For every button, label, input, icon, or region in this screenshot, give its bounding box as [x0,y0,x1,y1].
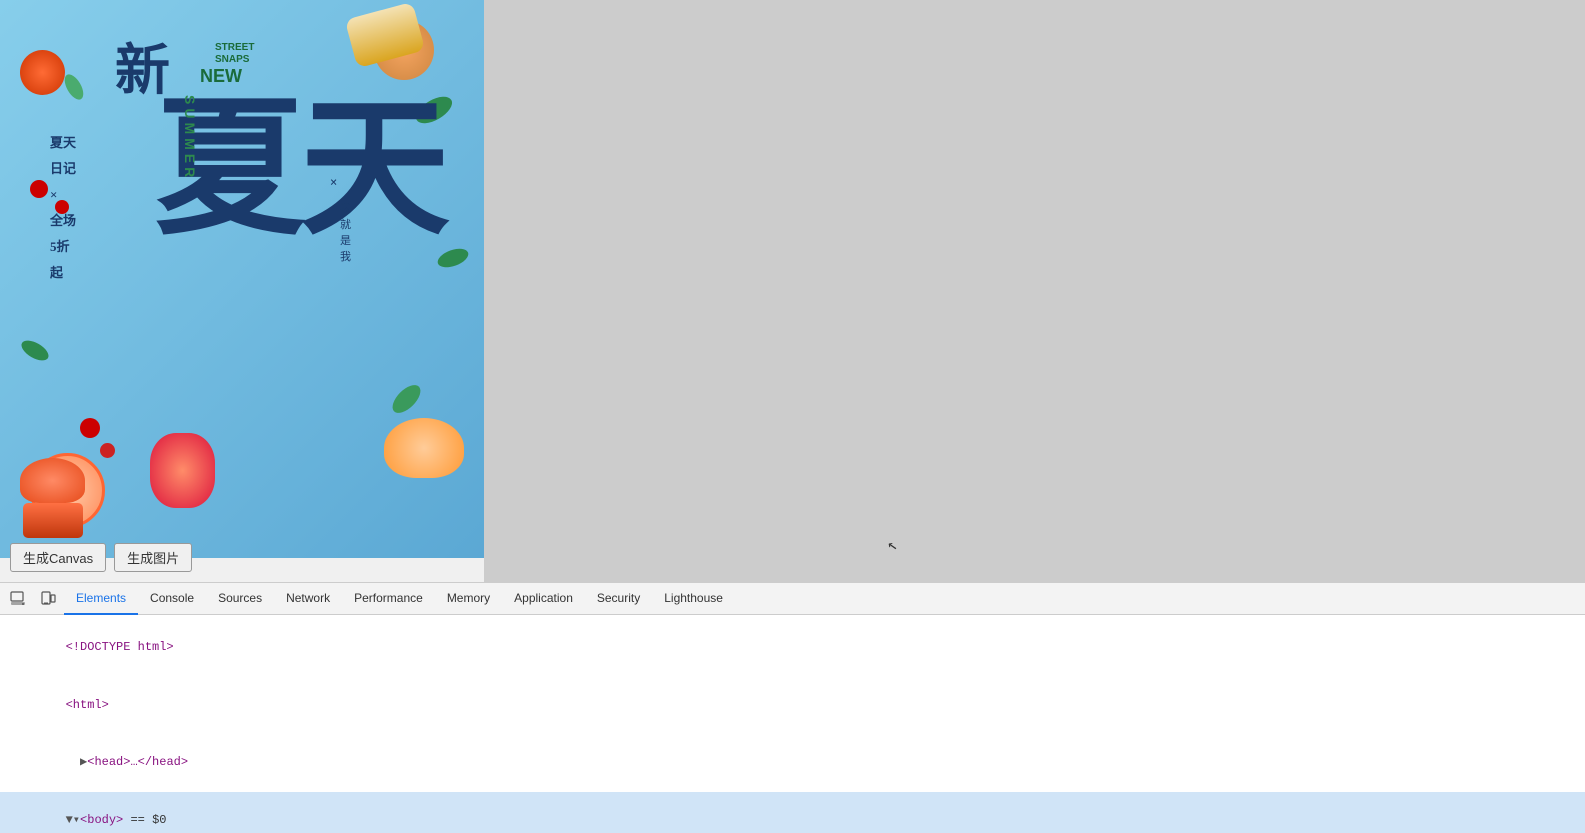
canvas-button[interactable]: 生成Canvas [10,543,106,572]
code-line-3[interactable]: ▶<head>…</head> [0,734,1585,792]
code-line-1[interactable]: <!DOCTYPE html> [0,619,1585,677]
berry-2 [55,200,69,214]
inspect-icon-btn[interactable] [4,585,32,613]
tab-console[interactable]: Console [138,583,206,615]
tab-network[interactable]: Network [274,583,342,615]
devtools-code-panel: <!DOCTYPE html> <html> ▶<head>…</head> ▼… [0,615,1585,833]
food-deco-2 [20,50,65,95]
cn-x1: × [330,175,337,189]
body-expand-arrow[interactable]: ▼▾ [66,813,80,827]
browser-area: 新 STREET SNAPS NEW 夏天 SUMMER 夏天日记×全场5折起 … [0,0,1585,582]
code-line-4[interactable]: ▼▾<body> == $0 [0,792,1585,833]
img-button[interactable]: 生成图片 [114,543,192,572]
doctype-tag: <!DOCTYPE html> [66,640,174,654]
devtools-tabs: Elements Console Sources Network Perform… [0,583,1585,615]
body-tag: <body> [80,813,123,827]
head-tag: <head>…</head> [87,755,188,769]
devtools-panel: Elements Console Sources Network Perform… [0,582,1585,833]
cn-summer-char: 夏天 [155,95,445,245]
gray-area: ↖ [484,0,1585,582]
html-tag: <html> [66,698,109,712]
tab-elements[interactable]: Elements [64,583,138,615]
mouse-cursor: ↖ [886,345,1585,555]
tab-security[interactable]: Security [585,583,652,615]
food-deco-5 [150,433,215,508]
cn-summer-side: SUMMER [182,95,198,181]
head-expand-arrow[interactable]: ▶ [66,755,88,769]
main-container: 新 STREET SNAPS NEW 夏天 SUMMER 夏天日记×全场5折起 … [0,0,1585,833]
tab-sources[interactable]: Sources [206,583,274,615]
summer-image: 新 STREET SNAPS NEW 夏天 SUMMER 夏天日记×全场5折起 … [0,0,484,558]
cn-new-text: NEW [200,66,242,87]
tab-application[interactable]: Application [502,583,585,615]
leaf-5 [435,245,471,271]
code-line-2[interactable]: <html> [0,677,1585,735]
page-buttons: 生成Canvas 生成图片 [10,543,192,572]
leaf-3 [388,380,425,417]
device-toolbar-icon-btn[interactable] [34,585,62,613]
food-deco-4 [384,418,464,478]
berry-4 [100,443,115,458]
tab-lighthouse[interactable]: Lighthouse [652,583,735,615]
body-selected-indicator: == $0 [123,813,166,827]
cn-x2: 我就是我 [340,200,351,264]
page-content: 新 STREET SNAPS NEW 夏天 SUMMER 夏天日记×全场5折起 … [0,0,484,582]
berry-1 [30,180,48,198]
cn-street-text: STREET [215,42,254,53]
berry-3 [80,418,100,438]
leaf-1 [412,91,457,128]
cn-new-char: 新 [115,25,170,105]
cupcake-deco [20,458,85,538]
cn-snaps-text: SNAPS [215,54,249,65]
tab-memory[interactable]: Memory [435,583,502,615]
leaf-4 [61,71,87,102]
tab-performance[interactable]: Performance [342,583,435,615]
leaf-2 [18,337,51,365]
